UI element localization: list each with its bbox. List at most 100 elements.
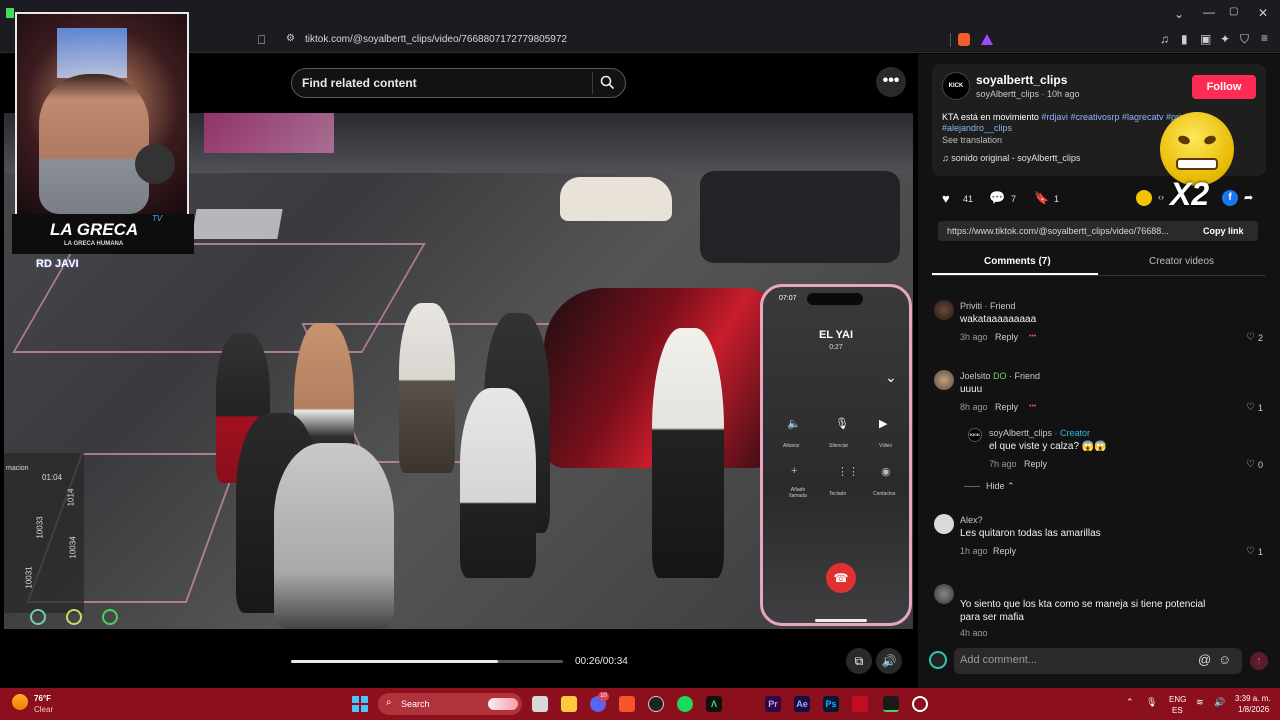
- hashtag[interactable]: #alejandro__clips: [942, 123, 1012, 133]
- avatar[interactable]: [934, 300, 954, 320]
- bookmark-icon[interactable]: ⎕: [258, 33, 265, 48]
- volume-icon[interactable]: 🔊: [1214, 697, 1225, 708]
- tab-list-button[interactable]: ⌄: [1174, 7, 1184, 21]
- see-translation-link[interactable]: See translation: [942, 135, 1002, 145]
- share-icon[interactable]: ➦: [1244, 191, 1253, 204]
- kick-icon[interactable]: [883, 696, 899, 712]
- save-count: 1: [1054, 194, 1060, 204]
- mention-icon[interactable]: @: [1198, 652, 1211, 667]
- creator-avatar[interactable]: KICK: [942, 72, 970, 100]
- search-divider: [592, 72, 593, 94]
- weather-icon[interactable]: [12, 694, 28, 710]
- avatar[interactable]: [934, 514, 954, 534]
- comment-author[interactable]: Priviti · Friend: [960, 301, 1016, 311]
- comment-author[interactable]: Joelsito DO · Friend: [960, 371, 1040, 381]
- contacts-icon[interactable]: ◉: [881, 465, 891, 478]
- comment-author[interactable]: soyAlbertt_clips · Creator: [989, 428, 1090, 438]
- heart-icon[interactable]: ♡: [1246, 459, 1255, 470]
- hashtag[interactable]: #lagrecatv: [1122, 112, 1164, 122]
- player-character: [274, 443, 394, 629]
- sidebar-icon[interactable]: ▮: [1181, 32, 1188, 46]
- hide-replies-button[interactable]: Hide ⌃: [986, 481, 1015, 492]
- hud-number: 1014: [66, 488, 76, 507]
- like-icon[interactable]: ♥: [942, 191, 950, 206]
- reply-button[interactable]: Reply: [995, 332, 1018, 342]
- address-bar-url[interactable]: tiktok.com/@soyalbertt_clips/video/76688…: [305, 34, 567, 45]
- sound-link[interactable]: ♫ sonido original - soyAlbertt_clips: [942, 153, 1080, 163]
- speaker-icon[interactable]: 🔈: [787, 417, 801, 430]
- avatar[interactable]: KICK: [968, 428, 982, 442]
- language-top[interactable]: ENG: [1169, 695, 1186, 704]
- task-view-icon[interactable]: [532, 696, 548, 712]
- heart-icon[interactable]: ♡: [1246, 546, 1255, 557]
- wifi-icon[interactable]: ≋: [1196, 697, 1204, 708]
- photoshop-icon[interactable]: Ps: [823, 696, 839, 712]
- emoji-icon[interactable]: ☺: [1218, 652, 1231, 667]
- language-bottom[interactable]: ES: [1172, 706, 1183, 715]
- tray-chevron-icon[interactable]: ⌃: [1126, 697, 1134, 708]
- hashtag[interactable]: #creativosrp: [1070, 112, 1119, 122]
- share-emoji-icon[interactable]: [1136, 190, 1152, 206]
- ai-icon[interactable]: ✦: [1220, 32, 1230, 46]
- after-effects-icon[interactable]: Ae: [794, 696, 810, 712]
- mute-icon[interactable]: 🎙: [835, 417, 849, 430]
- maximize-button[interactable]: ▢: [1229, 6, 1238, 17]
- heart-icon[interactable]: ♡: [1246, 332, 1255, 343]
- avatar[interactable]: [934, 584, 954, 604]
- follow-button[interactable]: Follow: [1192, 75, 1256, 99]
- reply-button[interactable]: Reply: [993, 546, 1016, 556]
- creator-username[interactable]: soyalbertt_clips: [976, 73, 1067, 87]
- start-icon[interactable]: [352, 696, 368, 712]
- search-input[interactable]: Find related content: [302, 76, 417, 90]
- obs-icon[interactable]: [648, 696, 664, 712]
- keypad-icon[interactable]: ⋮⋮: [837, 465, 859, 478]
- close-button[interactable]: ✕: [1258, 6, 1268, 20]
- avatar[interactable]: [934, 370, 954, 390]
- comment-time: 8h ago: [960, 402, 988, 412]
- facebook-icon[interactable]: f: [1222, 190, 1238, 206]
- clock-time[interactable]: 3:39 a. m.: [1235, 694, 1271, 703]
- mic-icon[interactable]: 🎙: [1146, 697, 1157, 708]
- volume-icon[interactable]: 🔊: [876, 648, 902, 674]
- comment-text: Yo siento que los kta como se maneja si …: [960, 599, 1206, 623]
- wallet-icon[interactable]: ▣: [1200, 32, 1211, 46]
- spotify-icon[interactable]: [677, 696, 693, 712]
- app-icon[interactable]: [852, 696, 868, 712]
- site-info-icon[interactable]: ⚙: [286, 33, 295, 44]
- embed-icon[interactable]: ‹›: [1158, 192, 1164, 202]
- clock-date[interactable]: 1/8/2026: [1238, 705, 1269, 714]
- media-icon[interactable]: ♫: [1160, 32, 1169, 46]
- reply-button[interactable]: Reply: [995, 402, 1018, 412]
- hashtag[interactable]: #rdjavi: [1041, 112, 1068, 122]
- comment-icon[interactable]: 💬: [989, 190, 1005, 206]
- add-call-icon[interactable]: +: [791, 465, 797, 477]
- tab-comments[interactable]: Comments (7): [984, 256, 1051, 267]
- vpn-icon[interactable]: ⛉: [1240, 32, 1249, 47]
- app-icon[interactable]: [912, 696, 928, 712]
- send-button[interactable]: ↑: [1250, 652, 1268, 670]
- file-explorer-icon[interactable]: [561, 696, 577, 712]
- minimize-button[interactable]: —: [1203, 5, 1215, 19]
- heart-icon[interactable]: ♡: [1246, 402, 1255, 413]
- video-call-icon[interactable]: ▶: [879, 417, 887, 430]
- reply-button[interactable]: Reply: [1024, 459, 1047, 469]
- more-options-button[interactable]: •••: [876, 67, 906, 97]
- bookmark-icon[interactable]: 🔖: [1034, 191, 1049, 205]
- menu-icon[interactable]: ≡: [1261, 31, 1268, 45]
- hud-time: 01:04: [42, 473, 63, 482]
- terminal-icon[interactable]: Λ: [706, 696, 722, 712]
- brave-rewards-icon[interactable]: [981, 34, 993, 45]
- mini-player-icon[interactable]: ⧉: [846, 648, 872, 674]
- chevron-down-icon[interactable]: ⌄: [885, 369, 897, 386]
- weather-text: Clear: [34, 705, 54, 714]
- tab-creator-videos[interactable]: Creator videos: [1149, 256, 1214, 267]
- brave-shield-icon[interactable]: [958, 33, 970, 46]
- hang-up-icon[interactable]: ☎: [826, 563, 856, 593]
- comment-time: 3h ago: [960, 332, 988, 342]
- brave-icon[interactable]: [619, 696, 635, 712]
- premiere-icon[interactable]: Pr: [765, 696, 781, 712]
- search-icon[interactable]: [600, 75, 615, 90]
- comment-author[interactable]: Alex?: [960, 515, 983, 525]
- copy-link-button[interactable]: Copy link: [1203, 226, 1244, 236]
- user-avatar[interactable]: [929, 651, 947, 669]
